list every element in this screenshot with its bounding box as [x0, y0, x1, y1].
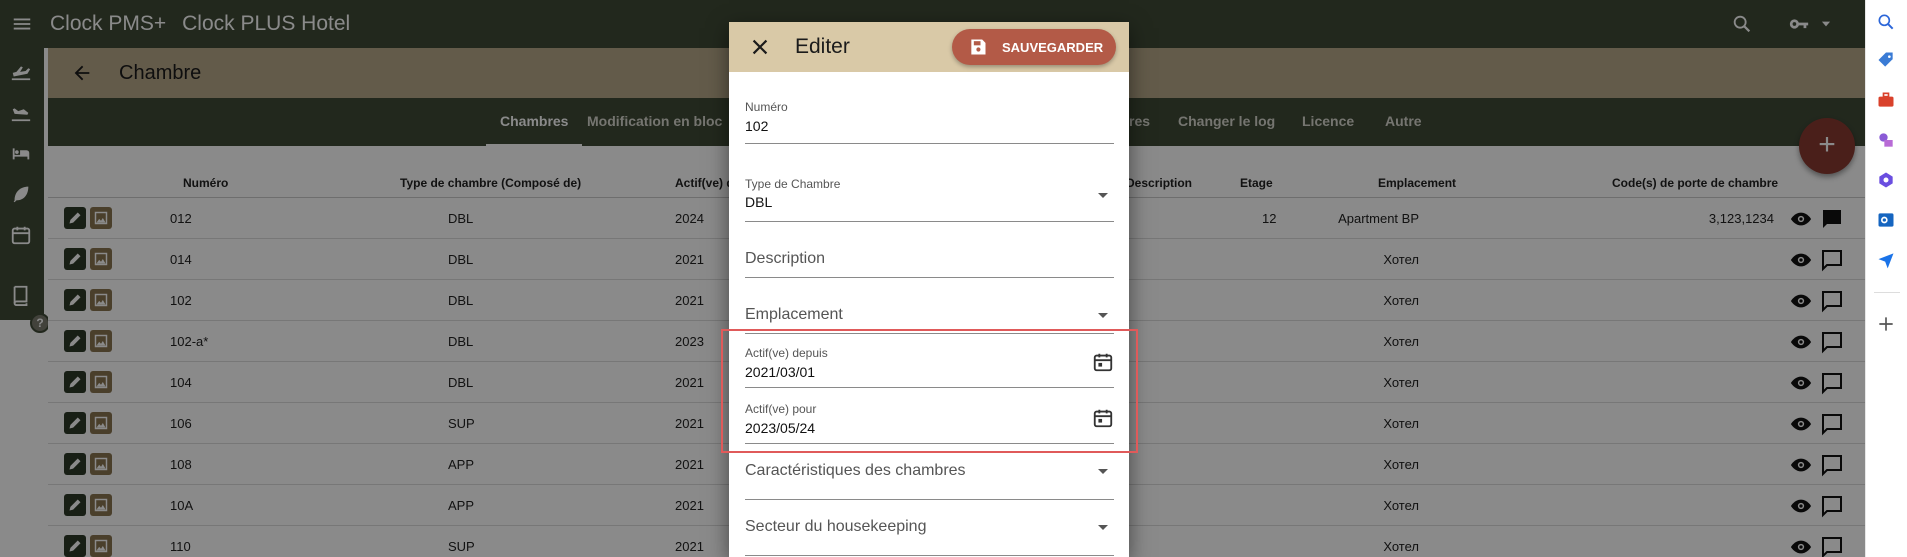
emplacement-placeholder: Emplacement [745, 306, 843, 323]
plus-icon[interactable] [1876, 314, 1896, 334]
room-type-label: Type de Chambre [745, 177, 841, 191]
room-features-select[interactable]: Caractéristiques des chambres [745, 450, 1114, 500]
toolbox-icon[interactable] [1876, 90, 1896, 110]
close-icon[interactable] [749, 36, 771, 58]
numero-label: Numéro [745, 100, 788, 114]
chevron-down-icon [1098, 469, 1108, 474]
edit-room-dialog: Editer SAUVEGARDER Numéro 102 Type de Ch… [729, 22, 1129, 557]
browser-sidebar [1865, 0, 1907, 557]
emplacement-select[interactable]: Emplacement [745, 288, 1114, 334]
save-button[interactable]: SAUVEGARDER [952, 29, 1116, 65]
numero-field[interactable]: Numéro 102 [745, 94, 1114, 144]
room-features-placeholder: Caractéristiques des chambres [745, 462, 966, 479]
games-icon[interactable] [1876, 130, 1896, 150]
divider [1874, 292, 1900, 293]
tag-icon[interactable] [1876, 50, 1896, 70]
dialog-title: Editer [795, 35, 850, 58]
outlook-icon[interactable] [1876, 210, 1896, 230]
dialog-header: Editer SAUVEGARDER [729, 22, 1129, 72]
search-icon[interactable] [1876, 12, 1896, 32]
room-type-value: DBL [745, 194, 773, 210]
chevron-down-icon [1098, 525, 1108, 530]
chevron-down-icon [1098, 193, 1108, 198]
chevron-down-icon [1098, 313, 1108, 318]
save-label: SAUVEGARDER [1002, 39, 1104, 55]
save-icon [971, 39, 986, 55]
app-window: Clock PMS+ Clock PLUS Hotel ? Chambre Ch… [0, 0, 1865, 557]
description-field[interactable]: Description [745, 232, 1114, 278]
description-placeholder: Description [745, 250, 826, 267]
copilot-icon[interactable] [1876, 170, 1896, 190]
date-fields-highlight [721, 329, 1138, 453]
numero-value: 102 [745, 118, 769, 134]
send-icon[interactable] [1876, 250, 1896, 270]
housekeeping-sector-select[interactable]: Secteur du housekeeping [745, 506, 1114, 556]
room-type-select[interactable]: Type de Chambre DBL [745, 172, 1114, 222]
housekeeping-sector-placeholder: Secteur du housekeeping [745, 518, 927, 535]
